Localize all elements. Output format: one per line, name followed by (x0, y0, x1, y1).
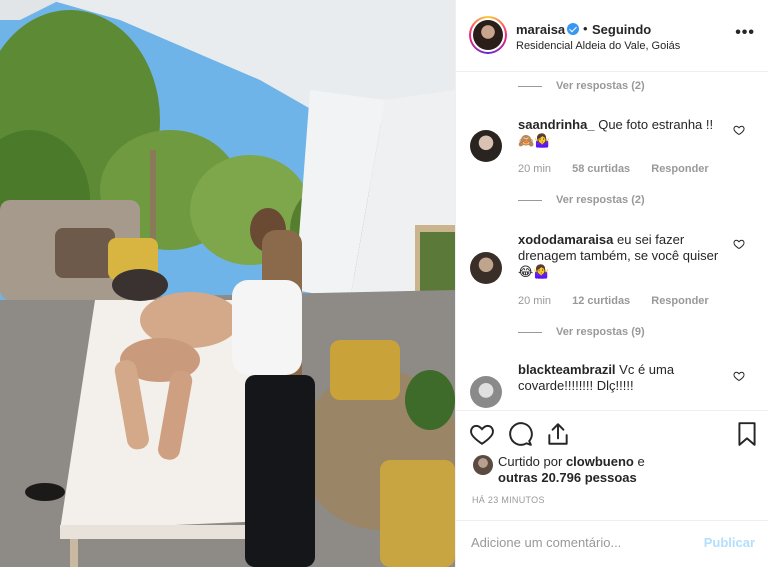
view-replies-button[interactable]: Ver respostas (9) (518, 326, 645, 338)
comment-meta: 20 min 58 curtidas Responder (518, 163, 727, 175)
author-avatar[interactable] (469, 16, 507, 54)
reply-button[interactable]: Responder (651, 163, 708, 175)
post-photo[interactable] (0, 0, 455, 567)
publish-button[interactable]: Publicar (704, 535, 755, 550)
comment-time[interactable]: 20 min (518, 163, 551, 175)
comment-avatar[interactable] (470, 252, 502, 284)
liker-avatar[interactable] (473, 455, 493, 475)
post-timestamp[interactable]: HÁ 23 MINUTOS (472, 495, 545, 505)
share-icon[interactable] (545, 421, 571, 447)
header-separator: • (583, 21, 588, 36)
post-header: maraisa • Seguindo Residencial Aldeia do… (456, 0, 768, 72)
bookmark-icon[interactable] (734, 421, 760, 447)
comment-username[interactable]: saandrinha_ (518, 117, 595, 132)
likes-count-button[interactable]: outras 20.796 pessoas (498, 470, 637, 485)
post-side-panel: maraisa • Seguindo Residencial Aldeia do… (455, 0, 768, 567)
reply-button[interactable]: Responder (651, 295, 708, 307)
comment-avatar[interactable] (470, 130, 502, 162)
comment-time[interactable]: 20 min (518, 295, 551, 307)
comment-username[interactable]: xododamaraisa (518, 232, 613, 247)
more-options-icon[interactable]: ••• (735, 24, 755, 42)
comment-body: blackteambrazil Vc é uma covarde!!!!!!!!… (518, 362, 728, 394)
view-replies-button[interactable]: Ver respostas (2) (518, 80, 645, 92)
heart-icon[interactable] (733, 124, 745, 136)
heart-icon[interactable] (469, 421, 495, 447)
author-username[interactable]: maraisa (516, 22, 565, 37)
likes-summary: Curtido por clowbueno e outras 20.796 pe… (498, 454, 645, 485)
comment-icon[interactable] (507, 421, 533, 447)
comment-body: xododamaraisa eu sei fazer drenagem tamb… (518, 232, 728, 280)
follow-state-button[interactable]: Seguindo (592, 22, 651, 37)
liker-username[interactable]: clowbueno (566, 454, 634, 469)
view-replies-button[interactable]: Ver respostas (2) (518, 194, 645, 206)
comment-likes[interactable]: 12 curtidas (572, 295, 630, 307)
comment-likes[interactable]: 58 curtidas (572, 163, 630, 175)
verified-badge-icon (567, 23, 579, 35)
post-location[interactable]: Residencial Aldeia do Vale, Goiás (516, 40, 680, 52)
comment-meta: 20 min 12 curtidas Responder (518, 295, 727, 307)
heart-icon[interactable] (733, 370, 745, 382)
heart-icon[interactable] (733, 238, 745, 250)
add-comment-bar: Publicar (456, 520, 768, 567)
comments-list: Ver respostas (2) saandrinha_ Que foto e… (456, 72, 768, 410)
comment-username[interactable]: blackteambrazil (518, 362, 616, 377)
massage-scene-illustration (0, 0, 455, 567)
comment-body: saandrinha_ Que foto estranha !! 🙈🤷‍♀️ (518, 117, 728, 149)
comment-input[interactable] (471, 535, 691, 550)
comment-avatar[interactable] (470, 376, 502, 408)
